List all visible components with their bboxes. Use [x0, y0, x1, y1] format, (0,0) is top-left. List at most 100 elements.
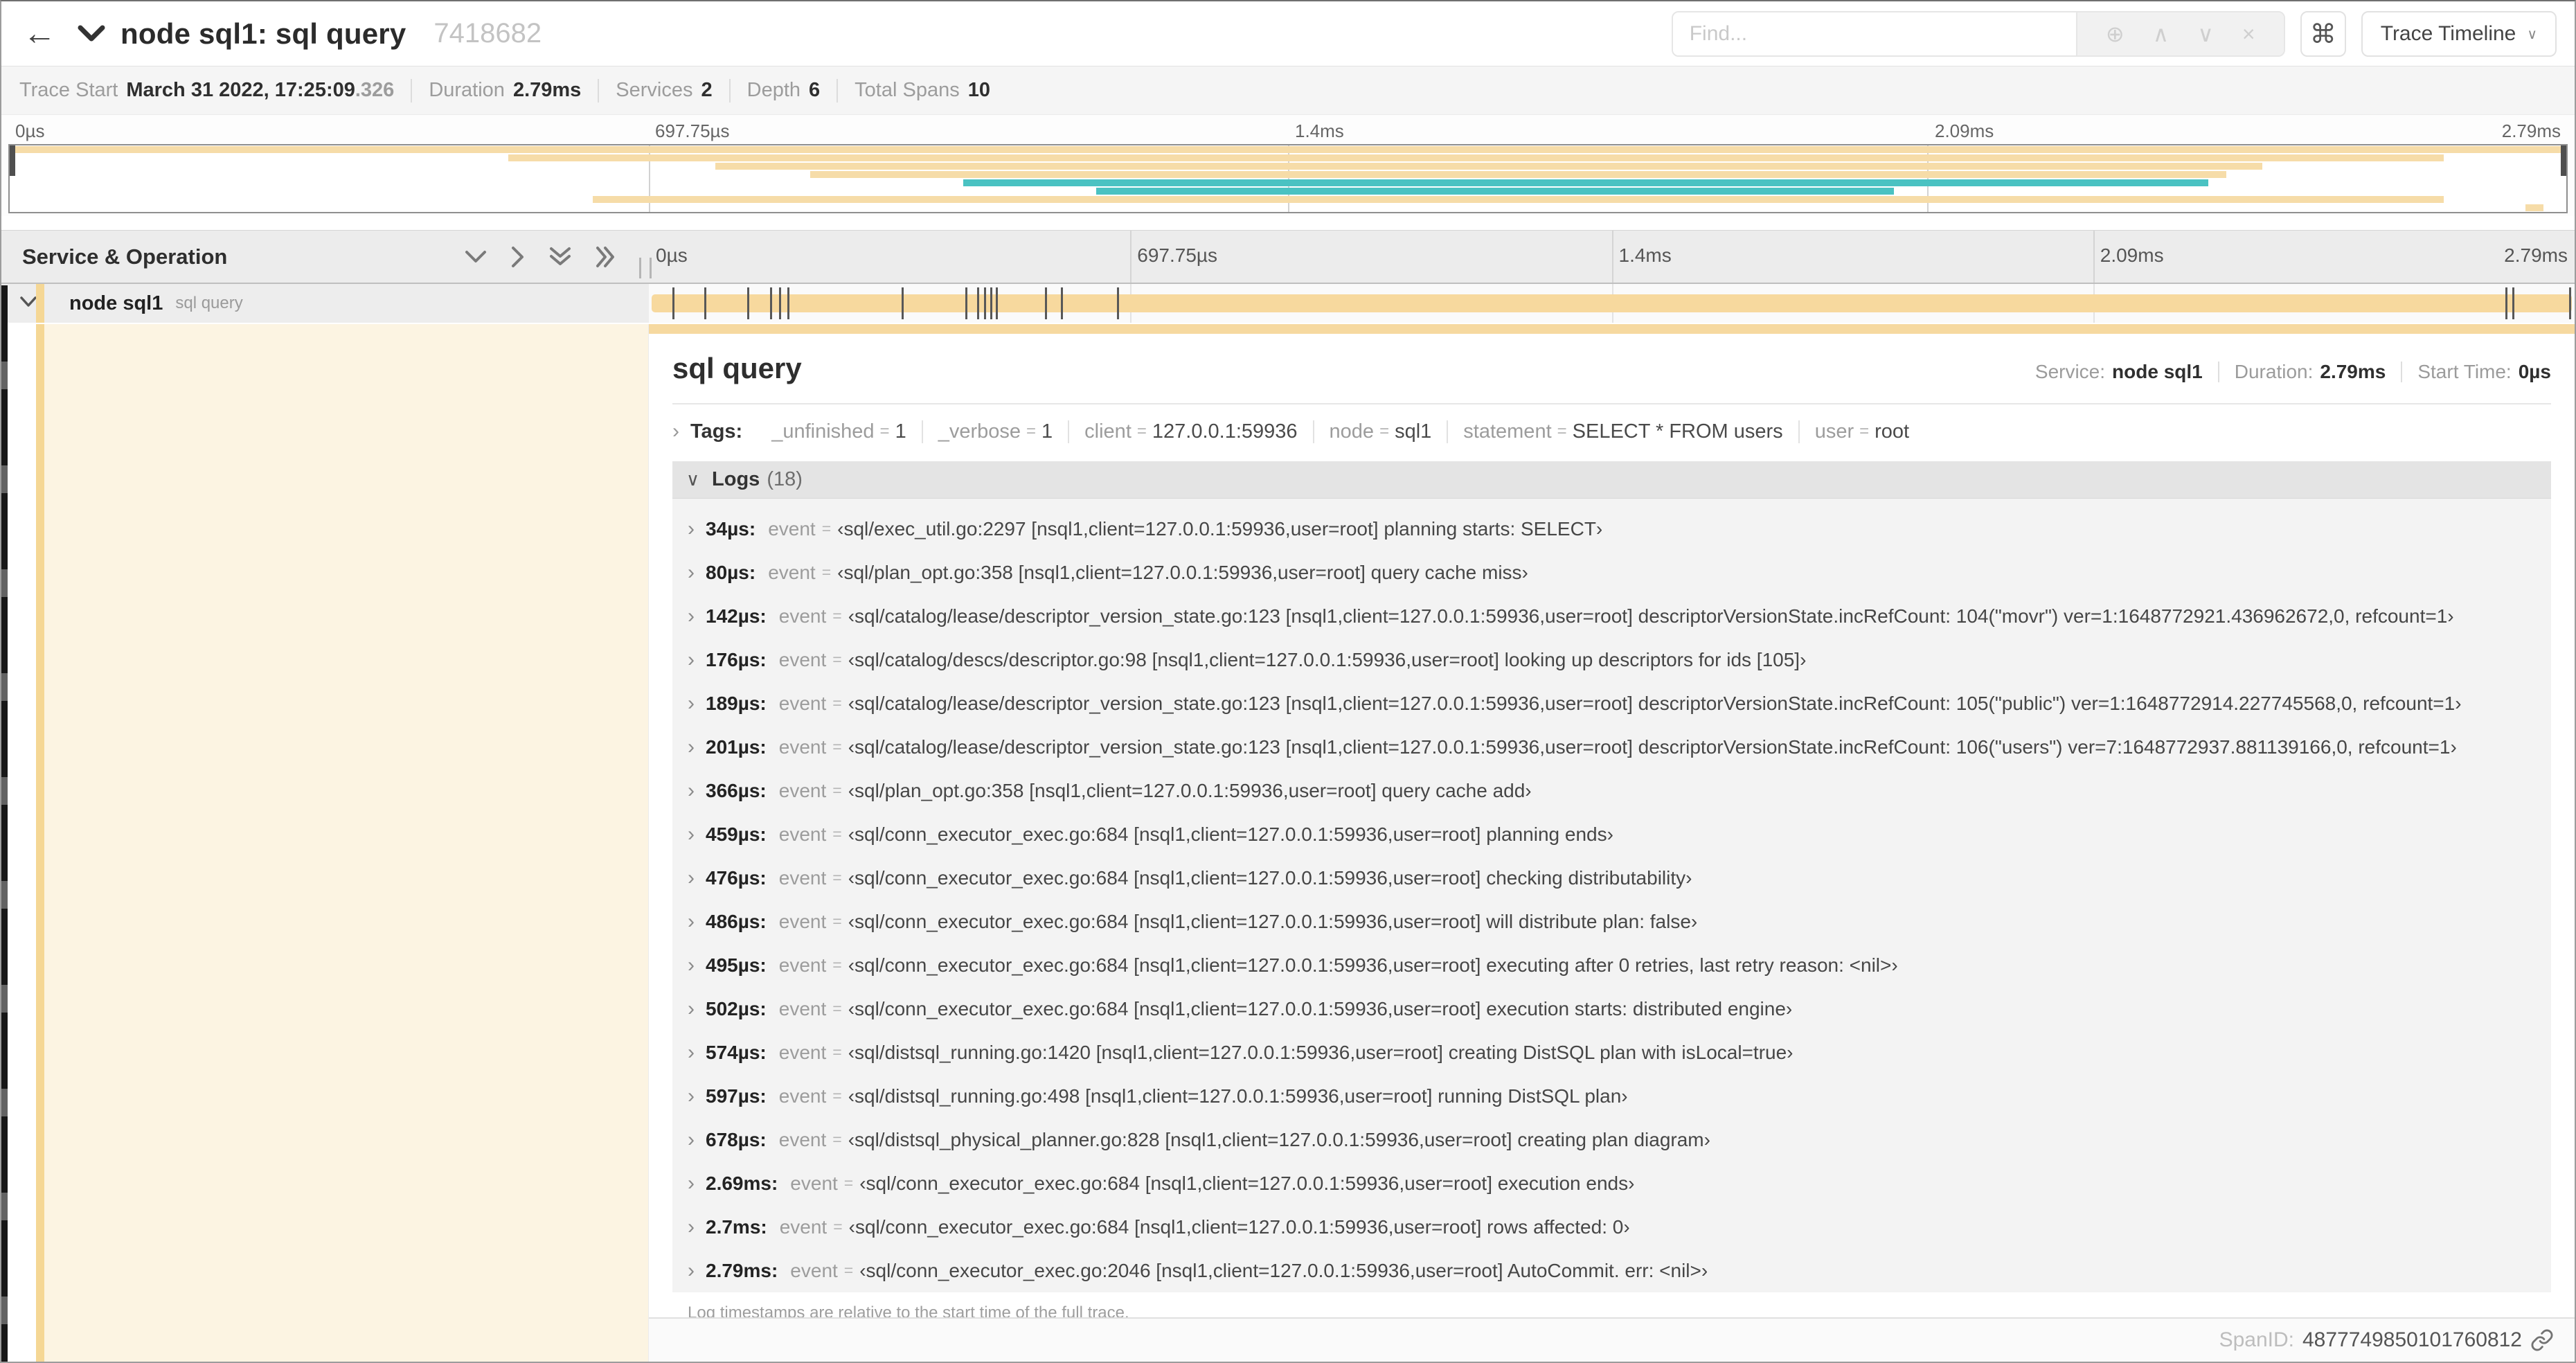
back-button[interactable]: ← — [1, 15, 78, 53]
expand-one-icon[interactable] — [510, 246, 526, 268]
log-tick[interactable] — [787, 287, 790, 319]
log-chevron-right-icon[interactable]: › — [688, 954, 695, 977]
log-chevron-right-icon[interactable]: › — [688, 736, 695, 759]
log-tick[interactable] — [2505, 287, 2508, 319]
log-entry[interactable]: › 80µs: event = ‹sql/plan_opt.go:358 [ns… — [672, 551, 2551, 594]
span-id-bar: SpanID: 4877749850101760812 — [649, 1319, 2575, 1362]
log-tick[interactable] — [965, 287, 968, 319]
log-chevron-right-icon[interactable]: › — [688, 1041, 695, 1064]
log-chevron-right-icon[interactable]: › — [688, 1215, 695, 1239]
deep-link-icon[interactable] — [2530, 1328, 2554, 1352]
log-entry[interactable]: › 34µs: event = ‹sql/exec_util.go:2297 [… — [672, 507, 2551, 551]
minimap-left-scrubber-handle[interactable] — [10, 145, 15, 176]
log-chevron-right-icon[interactable]: › — [688, 997, 695, 1021]
log-tick[interactable] — [995, 287, 998, 319]
tag-value: root — [1875, 420, 1910, 443]
log-tick[interactable] — [779, 287, 782, 319]
logs-header[interactable]: ∨ Logs (18) — [672, 461, 2551, 499]
find-input[interactable] — [1672, 12, 2076, 55]
tag-key: user — [1814, 420, 1854, 443]
log-entry[interactable]: › 495µs: event = ‹sql/conn_executor_exec… — [672, 943, 2551, 987]
detail-left-gutter — [1, 324, 649, 1362]
log-equals: = — [832, 868, 842, 887]
log-chevron-right-icon[interactable]: › — [688, 1259, 695, 1283]
collapse-all-icon[interactable] — [549, 246, 571, 268]
trace-minimap[interactable]: 0µs 697.75µs 1.4ms 2.09ms 2.79ms — [1, 115, 2575, 216]
log-chevron-right-icon[interactable]: › — [688, 648, 695, 672]
log-entry[interactable]: › 502µs: event = ‹sql/conn_executor_exec… — [672, 987, 2551, 1031]
log-chevron-right-icon[interactable]: › — [688, 1172, 695, 1195]
span-row-name-cell[interactable]: node sql1 sql query — [1, 284, 649, 323]
log-chevron-right-icon[interactable]: › — [688, 605, 695, 628]
logs-chevron-down-icon[interactable]: ∨ — [686, 469, 699, 490]
log-chevron-right-icon[interactable]: › — [688, 866, 695, 890]
left-edge-scrollbar[interactable] — [1, 285, 8, 1362]
log-entry[interactable]: › 201µs: event = ‹sql/catalog/lease/desc… — [672, 725, 2551, 769]
log-entry[interactable]: › 2.79ms: event = ‹sql/conn_executor_exe… — [672, 1249, 2551, 1292]
log-entry[interactable]: › 678µs: event = ‹sql/distsql_physical_p… — [672, 1118, 2551, 1161]
trace-view-selector[interactable]: Trace Timeline ∨ — [2361, 11, 2557, 57]
log-tick[interactable] — [1116, 287, 1119, 319]
log-chevron-right-icon[interactable]: › — [688, 1085, 695, 1108]
expand-all-icon[interactable] — [595, 246, 617, 268]
tags-chevron-right-icon[interactable]: › — [672, 420, 679, 443]
log-chevron-right-icon[interactable]: › — [688, 561, 695, 585]
log-entry[interactable]: › 176µs: event = ‹sql/catalog/descs/desc… — [672, 638, 2551, 682]
log-tick[interactable] — [984, 287, 987, 319]
locate-icon[interactable]: ⊕ — [2106, 23, 2125, 45]
log-tick[interactable] — [746, 287, 749, 319]
span-row[interactable]: node sql1 sql query — [1, 284, 2575, 323]
log-chevron-right-icon[interactable]: › — [688, 823, 695, 846]
log-tick[interactable] — [704, 287, 706, 319]
log-entry[interactable]: › 142µs: event = ‹sql/catalog/lease/desc… — [672, 594, 2551, 638]
log-chevron-right-icon[interactable]: › — [688, 1128, 695, 1152]
log-field-value: ‹sql/conn_executor_exec.go:684 [nsql1,cl… — [848, 1215, 1630, 1238]
log-entry[interactable]: › 189µs: event = ‹sql/catalog/lease/desc… — [672, 682, 2551, 725]
log-tick[interactable] — [2512, 287, 2515, 319]
log-chevron-right-icon[interactable]: › — [688, 517, 695, 541]
log-entry[interactable]: › 476µs: event = ‹sql/conn_executor_exec… — [672, 856, 2551, 900]
log-entry[interactable]: › 459µs: event = ‹sql/conn_executor_exec… — [672, 812, 2551, 856]
log-chevron-right-icon[interactable]: › — [688, 692, 695, 715]
log-entry[interactable]: › 2.7ms: event = ‹sql/conn_executor_exec… — [672, 1205, 2551, 1249]
log-entry[interactable]: › 574µs: event = ‹sql/distsql_running.go… — [672, 1031, 2551, 1074]
minimap-canvas[interactable] — [8, 144, 2568, 213]
log-entry[interactable]: › 486µs: event = ‹sql/conn_executor_exec… — [672, 900, 2551, 943]
log-equals: = — [821, 563, 832, 581]
log-field-key: event — [778, 692, 827, 714]
service-operation-header: Service & Operation — [22, 244, 228, 269]
next-result-icon[interactable]: ∨ — [2197, 23, 2213, 45]
log-field-value: ‹sql/catalog/lease/descriptor_version_st… — [848, 736, 2457, 758]
log-tick[interactable] — [672, 287, 674, 319]
log-entry[interactable]: › 597µs: event = ‹sql/distsql_running.go… — [672, 1074, 2551, 1118]
prev-result-icon[interactable]: ∧ — [2153, 23, 2169, 45]
timeline-tick-labels: 0µs 697.75µs 1.4ms 2.09ms 2.79ms — [649, 231, 2575, 283]
log-tick[interactable] — [901, 287, 904, 319]
log-tick[interactable] — [2568, 287, 2571, 319]
minimap-span — [810, 170, 2226, 179]
log-tick[interactable] — [1061, 287, 1064, 319]
keyboard-shortcuts-button[interactable]: ⌘ — [2300, 11, 2346, 57]
log-field-key: event — [778, 1085, 827, 1107]
span-duration-bar[interactable] — [652, 294, 2572, 312]
log-entry[interactable]: › 366µs: event = ‹sql/plan_opt.go:358 [n… — [672, 769, 2551, 812]
clear-search-icon[interactable]: × — [2242, 23, 2255, 45]
log-tick[interactable] — [770, 287, 773, 319]
log-equals: = — [821, 519, 832, 537]
minimap-right-scrubber-handle[interactable] — [2561, 145, 2566, 176]
span-row-timeline-cell[interactable] — [649, 284, 2575, 323]
log-tick[interactable] — [1045, 287, 1048, 319]
log-chevron-right-icon[interactable]: › — [688, 910, 695, 934]
log-equals: = — [832, 607, 842, 625]
trace-title-chevron-down-icon[interactable] — [78, 25, 105, 43]
span-collapse-chevron-down-icon[interactable] — [19, 296, 37, 312]
log-chevron-right-icon[interactable]: › — [688, 779, 695, 803]
collapse-one-icon[interactable] — [465, 249, 487, 265]
page-title: node sql1: sql query — [120, 17, 406, 50]
tags-row[interactable]: › Tags: _unfinished = 1 _verbose = 1 cli… — [672, 420, 2551, 443]
log-entry[interactable]: › 2.69ms: event = ‹sql/conn_executor_exe… — [672, 1161, 2551, 1205]
log-tick[interactable] — [977, 287, 980, 319]
tag-item: node = sql1 — [1312, 420, 1447, 443]
tag-value: 1 — [895, 420, 906, 443]
log-tick[interactable] — [990, 287, 993, 319]
